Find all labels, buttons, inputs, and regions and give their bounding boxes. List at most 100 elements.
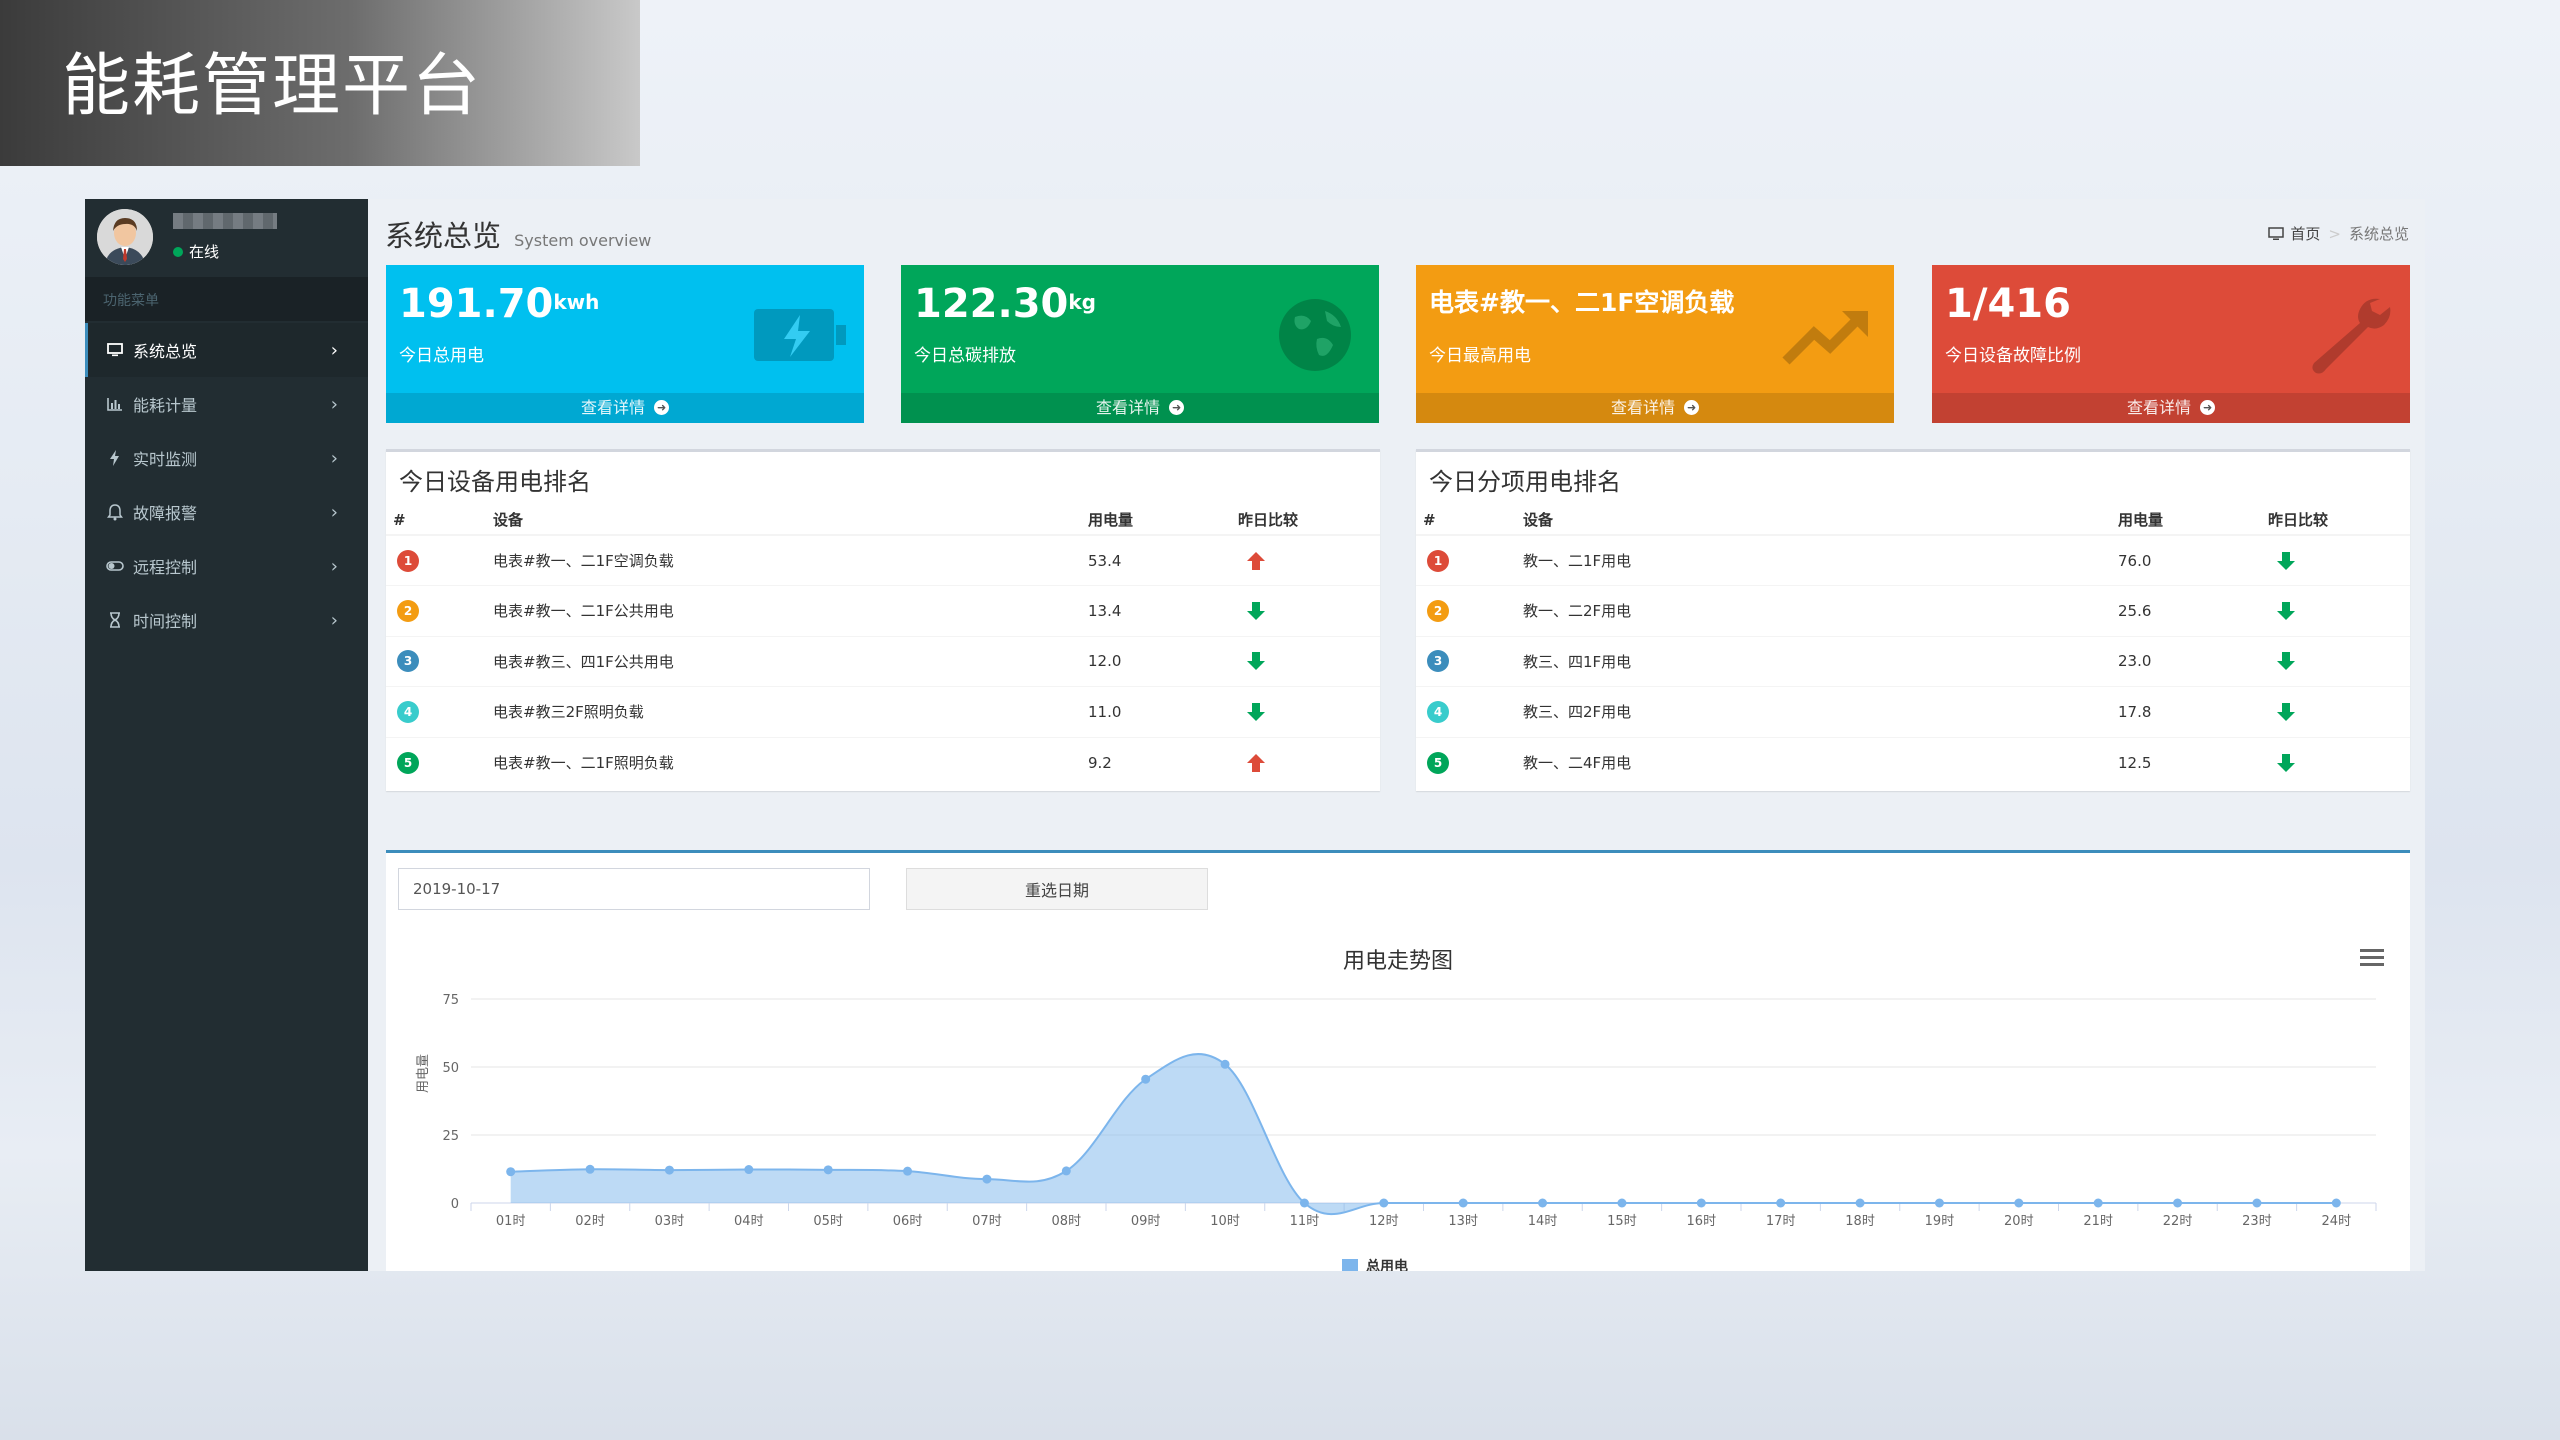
- breadcrumb-home[interactable]: 首页: [2290, 223, 2320, 244]
- legend-label: 总用电: [1366, 1258, 1408, 1271]
- user-status: 在线: [173, 241, 219, 262]
- column-header: 用电量: [2111, 505, 2261, 536]
- sidebar-item-label: 能耗计量: [133, 396, 198, 415]
- arrow-down-icon: [2268, 549, 2403, 573]
- sidebar-menu: 系统总览 › 能耗计量 › 实时监测 › 故障报警 › 远程控制 › 时间控制 …: [85, 323, 368, 647]
- data-point: [823, 1165, 833, 1175]
- column-header: 设备: [486, 505, 1081, 536]
- rank-cell: 4: [386, 686, 486, 737]
- total-power-box: 191.70kwh 今日总用电 查看详情 ➜: [386, 265, 864, 423]
- rank-badge: 2: [397, 599, 419, 622]
- data-point: [1379, 1198, 1389, 1208]
- sidebar-item-label: 故障报警: [133, 504, 198, 523]
- total-power-value: 191.70kwh: [399, 281, 599, 327]
- table-row: 1 教一、二1F用电 76.0: [1416, 534, 2410, 586]
- footer-label: 查看详情: [1610, 398, 1675, 417]
- x-tick-label: 22时: [2163, 1214, 2193, 1229]
- toggle-icon: [105, 556, 125, 576]
- arrow-circle-right-icon: ➜: [654, 400, 670, 415]
- rank-badge: 5: [397, 751, 419, 774]
- reset-date-button[interactable]: 重选日期: [906, 868, 1208, 910]
- user-name-redacted: [173, 213, 277, 229]
- x-tick-label: 16时: [1687, 1214, 1717, 1229]
- bar-chart-icon: [105, 394, 125, 414]
- view-details-link[interactable]: 查看详情 ➜: [901, 393, 1379, 423]
- trend-cell: [2261, 585, 2410, 636]
- column-header: #: [386, 505, 486, 536]
- arrow-circle-right-icon: ➜: [1169, 400, 1185, 415]
- x-tick-label: 07时: [972, 1214, 1002, 1229]
- menu-header: 功能菜单: [85, 277, 368, 321]
- rank-badge: 4: [1427, 700, 1449, 723]
- view-details-link[interactable]: 查看详情 ➜: [386, 393, 864, 423]
- table-row: 4 教三、四2F用电 17.8: [1416, 686, 2410, 737]
- fault-ratio-value: 1/416: [1945, 281, 2071, 327]
- box-label: 今日总碳排放: [914, 346, 1016, 366]
- x-tick-label: 02时: [575, 1214, 605, 1229]
- arrow-down-icon: [1238, 599, 1373, 623]
- x-tick-label: 03时: [655, 1214, 685, 1229]
- series-area: [510, 1053, 2337, 1215]
- title-banner: 能耗管理平台: [0, 0, 640, 166]
- monitor-icon: [2268, 226, 2285, 240]
- data-point: [1458, 1198, 1468, 1208]
- summary-boxes: 191.70kwh 今日总用电 查看详情 ➜ 122.30kg 今日总碳排放 查…: [386, 265, 2410, 423]
- trend-cell: [2261, 736, 2410, 788]
- chevron-right-icon: ›: [330, 394, 338, 415]
- chevron-right-icon: ›: [330, 448, 338, 469]
- data-point: [2252, 1198, 2262, 1208]
- rank-cell: 5: [1416, 736, 1516, 788]
- column-header: 设备: [1516, 505, 2111, 536]
- rank-cell: 4: [1416, 686, 1516, 737]
- table-header-row: # 设备 用电量 昨日比较: [386, 505, 1380, 536]
- hamburger-menu-icon[interactable]: [2360, 949, 2384, 967]
- trend-cell: [2261, 534, 2410, 586]
- y-tick-label: 25: [442, 1129, 459, 1144]
- rank-badge: 4: [397, 700, 419, 723]
- sidebar-item-overview[interactable]: 系统总览 ›: [85, 323, 368, 377]
- trend-cell: [1231, 686, 1380, 737]
- sidebar-item-label: 实时监测: [133, 450, 198, 469]
- usage-value-cell: 25.6: [2111, 585, 2261, 636]
- x-tick-label: 15时: [1607, 1214, 1637, 1229]
- sidebar-item-remote-control[interactable]: 远程控制 ›: [85, 539, 368, 593]
- data-point: [1696, 1198, 1706, 1208]
- breadcrumb-current: 系统总览: [2348, 225, 2409, 243]
- y-tick-label: 0: [451, 1197, 459, 1212]
- trend-chart-panel: 0 25 50 75 01时 02时 03时 04时 05时 06时 07时 08时 09时 10时 11时…: [386, 850, 2410, 1271]
- data-point: [982, 1174, 992, 1184]
- arrow-circle-right-icon: ➜: [2200, 400, 2216, 415]
- data-point: [506, 1167, 516, 1177]
- x-tick-label: 13时: [1448, 1214, 1478, 1229]
- rank-cell: 1: [386, 534, 486, 586]
- avatar[interactable]: [97, 209, 153, 265]
- data-point: [2331, 1198, 2341, 1208]
- device-name-cell: 教一、二1F用电: [1516, 534, 2111, 586]
- data-point: [664, 1165, 674, 1175]
- item-ranking-table: # 设备 用电量 昨日比较 1 教一、二1F用电 76.0 2 教一、二2F用电 25.6…: [1416, 505, 2410, 788]
- device-name-cell: 电表#教三、四1F公共用电: [486, 635, 1081, 687]
- view-details-link[interactable]: 查看详情 ➜: [1416, 393, 1894, 423]
- x-tick-label: 24时: [2322, 1214, 2352, 1229]
- sidebar-item-alarm[interactable]: 故障报警 ›: [85, 485, 368, 539]
- table-row: 5 教一、二4F用电 12.5: [1416, 736, 2410, 788]
- content-header: 系统总览 System overview: [385, 213, 651, 255]
- box-label: 今日总用电: [399, 346, 484, 366]
- sidebar-item-monitoring[interactable]: 实时监测 ›: [85, 431, 368, 485]
- table-row: 4 电表#教三2F照明负载 11.0: [386, 686, 1380, 737]
- rank-cell: 2: [386, 585, 486, 636]
- table-header-row: # 设备 用电量 昨日比较: [1416, 505, 2410, 536]
- table-row: 3 电表#教三、四1F公共用电 12.0: [386, 635, 1380, 687]
- box-unit: kwh: [553, 290, 600, 314]
- sidebar-item-metering[interactable]: 能耗计量 ›: [85, 377, 368, 431]
- x-tick-label: 23时: [2242, 1214, 2272, 1229]
- usage-value-cell: 53.4: [1081, 534, 1231, 586]
- date-input[interactable]: [398, 868, 870, 910]
- y-tick-label: 50: [442, 1061, 459, 1076]
- sidebar-item-time-control[interactable]: 时间控制 ›: [85, 593, 368, 647]
- item-ranking-panel: 今日分项用电排名 # 设备 用电量 昨日比较 1 教一、二1F用电 76.0 2 教一、…: [1416, 449, 2410, 791]
- view-details-link[interactable]: 查看详情 ➜: [1932, 393, 2410, 423]
- panel-title: 今日分项用电排名: [1429, 468, 1621, 496]
- wrench-icon: [2296, 295, 2396, 375]
- x-tick-label: 17时: [1766, 1214, 1796, 1229]
